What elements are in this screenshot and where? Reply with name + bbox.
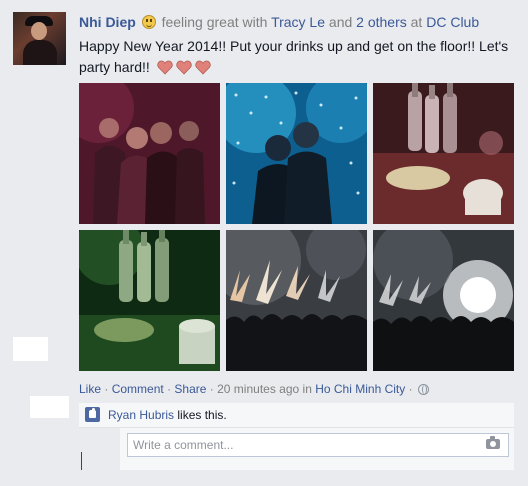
party-photo-fireworks-stage-icon [373,230,514,371]
post-message: Happy New Year 2014!! Put your drinks up… [79,36,519,78]
heart-emoticon-icon [176,60,192,75]
place-link[interactable]: DC Club [426,14,479,30]
with-text: with [242,14,268,30]
comment-link[interactable]: Comment [112,382,164,396]
separator: · [209,382,214,396]
smile-emoticon-icon [141,15,156,29]
photo-4[interactable] [79,230,220,371]
comment-input[interactable]: Write a comment... [127,433,509,457]
photo-2[interactable] [226,83,367,224]
share-link[interactable]: Share [174,382,206,396]
heart-emoticon-icon [157,60,173,75]
likes-text: Ryan Hubris likes this. [108,408,227,422]
thumbs-up-icon [85,407,100,422]
photo-grid [79,83,514,371]
photo-1[interactable] [79,83,220,224]
party-photo-friends-icon [79,83,220,224]
post-header: Nhi Diep feeling great with Tracy Le and… [79,13,519,31]
in-text: in [302,382,312,396]
likes-suffix: likes this. [177,408,227,422]
photo-5[interactable] [226,230,367,371]
separator: · [167,382,172,396]
avatar-body [23,40,57,65]
photo-6[interactable] [373,230,514,371]
avatar-face [31,22,47,40]
separator: · [104,382,109,396]
text-cursor [81,452,82,470]
camera-icon[interactable] [486,436,500,449]
post-actions: Like · Comment · Share · 20 minutes ago … [79,382,429,396]
others-link[interactable]: 2 others [356,14,407,30]
timestamp-link[interactable]: 20 minutes ago [217,382,299,396]
party-photo-fireworks-crowd-icon [226,230,367,371]
feeling-text: feeling great [161,14,239,30]
comment-placeholder: Write a comment... [133,438,234,452]
author-name-link[interactable]: Nhi Diep [79,14,136,30]
blank-box [13,337,48,361]
photo-3[interactable] [373,83,514,224]
globe-privacy-icon[interactable] [417,384,429,395]
likes-summary: Ryan Hubris likes this. [79,403,514,428]
party-photo-bottles-table-icon [373,83,514,224]
liker-link[interactable]: Ryan Hubris [108,408,174,422]
at-text: at [410,14,423,30]
like-link[interactable]: Like [79,382,101,396]
author-avatar[interactable] [13,12,66,65]
blank-box [30,396,69,418]
and-text: and [328,14,353,30]
heart-emoticon-icon [195,60,211,75]
post-message-text: Happy New Year 2014!! Put your drinks up… [79,38,509,75]
tagged-person-link[interactable]: Tracy Le [271,14,325,30]
location-link[interactable]: Ho Chi Minh City [315,382,405,396]
party-photo-couple-icon [226,83,367,224]
party-photo-bottles-green-icon [79,230,220,371]
separator: · [408,382,413,396]
